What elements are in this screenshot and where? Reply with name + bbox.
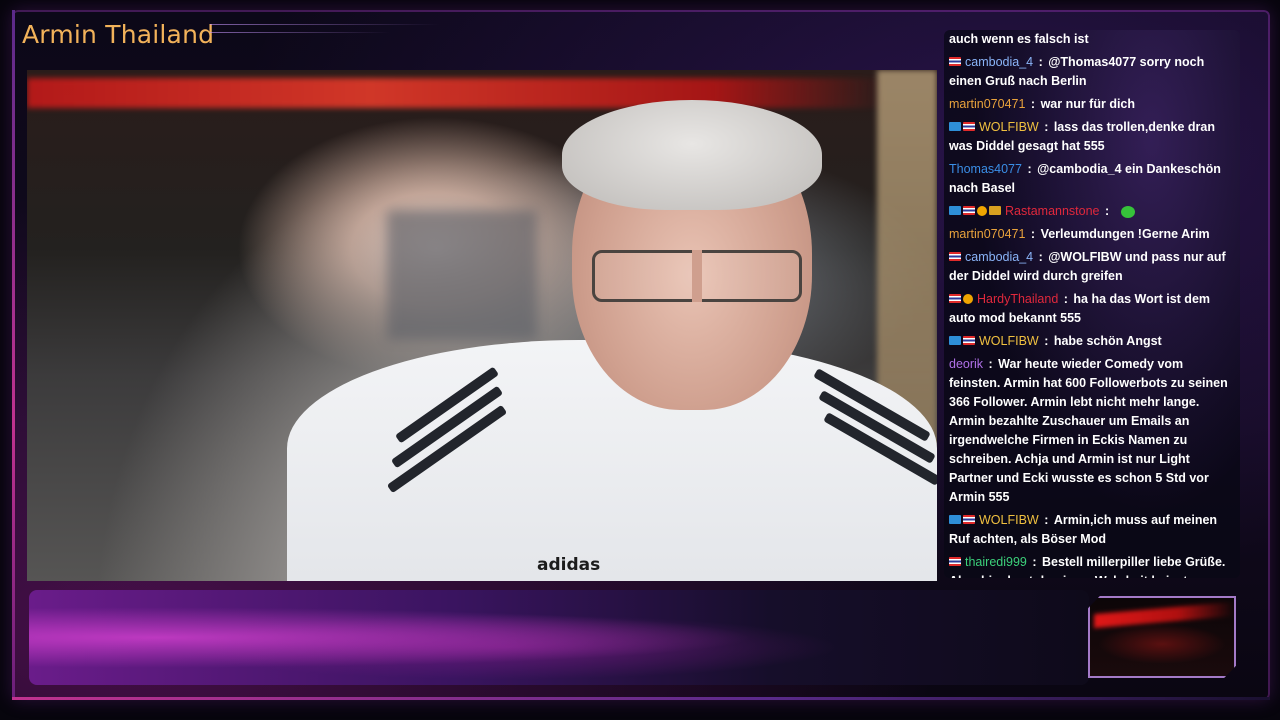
chat-message: cambodia_4 : @WOLFIBW und pass nur auf d… [944, 248, 1240, 290]
bottom-banner [29, 590, 1089, 685]
chat-separator: : [1023, 162, 1036, 176]
chat-badges [949, 55, 963, 69]
chat-message: thairedi999 : Bestell millerpiller liebe… [944, 553, 1240, 578]
chat-username[interactable]: Rastamannstone [1005, 204, 1100, 218]
chat-message: Rastamannstone : [944, 202, 1240, 225]
chat-badges [949, 292, 975, 306]
chat-message: WOLFIBW : Armin,ich muss auf meinen Ruf … [944, 511, 1240, 553]
flag-badge-icon [963, 336, 975, 346]
chat-username[interactable]: martin070471 [949, 227, 1025, 241]
chat-panel[interactable]: auch wenn es falsch ist cambodia_4 : @Tho… [944, 30, 1240, 578]
flag-badge-icon [963, 122, 975, 132]
chat-text: auch wenn es falsch ist [949, 32, 1089, 46]
chat-separator: : [1027, 97, 1039, 111]
flag-badge-icon [949, 57, 961, 67]
chat-message: Thomas4077 : @cambodia_4 ein Dankeschön … [944, 160, 1240, 202]
chat-message: auch wenn es falsch ist [944, 30, 1240, 53]
flag-badge-icon [949, 557, 961, 567]
hair [562, 100, 822, 210]
chat-badges [949, 204, 1003, 218]
chat-separator: : [985, 357, 997, 371]
chat-separator: : [1035, 55, 1047, 69]
chat-username[interactable]: deorik [949, 357, 983, 371]
chat-badges [949, 120, 977, 134]
chat-username[interactable]: HardyThailand [977, 292, 1058, 306]
flag-badge-icon [949, 252, 961, 262]
chat-message: martin070471 : Verleumdungen !Gerne Arim [944, 225, 1240, 248]
emote-icon [1120, 205, 1135, 218]
adidas-logo: adidas [537, 555, 601, 575]
mod-badge-icon [949, 206, 961, 216]
chat-message: martin070471 : war nur für dich [944, 95, 1240, 118]
vip-badge-icon [963, 293, 973, 304]
chat-message: deorik : War heute wieder Comedy vom fei… [944, 355, 1240, 511]
chat-separator: : [1040, 334, 1052, 348]
title-decor-line [210, 32, 390, 33]
chat-username[interactable]: cambodia_4 [965, 55, 1033, 69]
mod-badge-icon [949, 515, 961, 525]
chat-badges [949, 334, 977, 348]
chat-separator: : [1027, 227, 1039, 241]
chat-username[interactable]: WOLFIBW [979, 513, 1039, 527]
chat-separator: : [1028, 555, 1040, 569]
chat-badges [949, 250, 963, 264]
chat-username[interactable]: cambodia_4 [965, 250, 1033, 264]
vip-badge-icon [977, 205, 987, 216]
stream-title: Armin Thailand [22, 20, 215, 49]
chat-username[interactable]: WOLFIBW [979, 120, 1039, 134]
chat-text: war nur für dich [1040, 97, 1136, 111]
dark-shape [1098, 624, 1226, 664]
flag-badge-icon [963, 206, 975, 216]
chat-message: cambodia_4 : @Thomas4077 sorry noch eine… [944, 53, 1240, 95]
chat-text: War heute wieder Comedy vom feinsten. Ar… [949, 357, 1228, 504]
streamer: adidas [287, 100, 937, 581]
title-decor-line [210, 24, 440, 25]
mod-badge-icon [949, 122, 961, 132]
chat-username[interactable]: martin070471 [949, 97, 1025, 111]
chat-message: WOLFIBW : lass das trollen,denke dran wa… [944, 118, 1240, 160]
webcam-view: adidas [27, 70, 937, 581]
chat-separator: : [1035, 250, 1047, 264]
chat-text: habe schön Angst [1053, 334, 1162, 348]
chat-badges [949, 513, 977, 527]
chat-message: HardyThailand : ha ha das Wort ist dem a… [944, 290, 1240, 332]
chat-separator: : [1040, 120, 1052, 134]
chat-username[interactable]: WOLFIBW [979, 334, 1039, 348]
chat-username[interactable]: Thomas4077 [949, 162, 1022, 176]
mod-badge-icon [949, 336, 961, 346]
chat-separator: : [1101, 204, 1113, 218]
flag-badge-icon [963, 515, 975, 525]
chat-badges [949, 555, 963, 569]
glasses [592, 250, 802, 302]
chat-separator: : [1060, 292, 1072, 306]
flag-badge-icon [949, 294, 961, 304]
chat-text: Verleumdungen !Gerne Arim [1040, 227, 1210, 241]
chat-separator: : [1040, 513, 1052, 527]
secondary-camera-view [1088, 596, 1236, 678]
chat-message: WOLFIBW : habe schön Angst [944, 332, 1240, 355]
chat-username[interactable]: thairedi999 [965, 555, 1027, 569]
crown-badge-icon [989, 206, 1001, 216]
